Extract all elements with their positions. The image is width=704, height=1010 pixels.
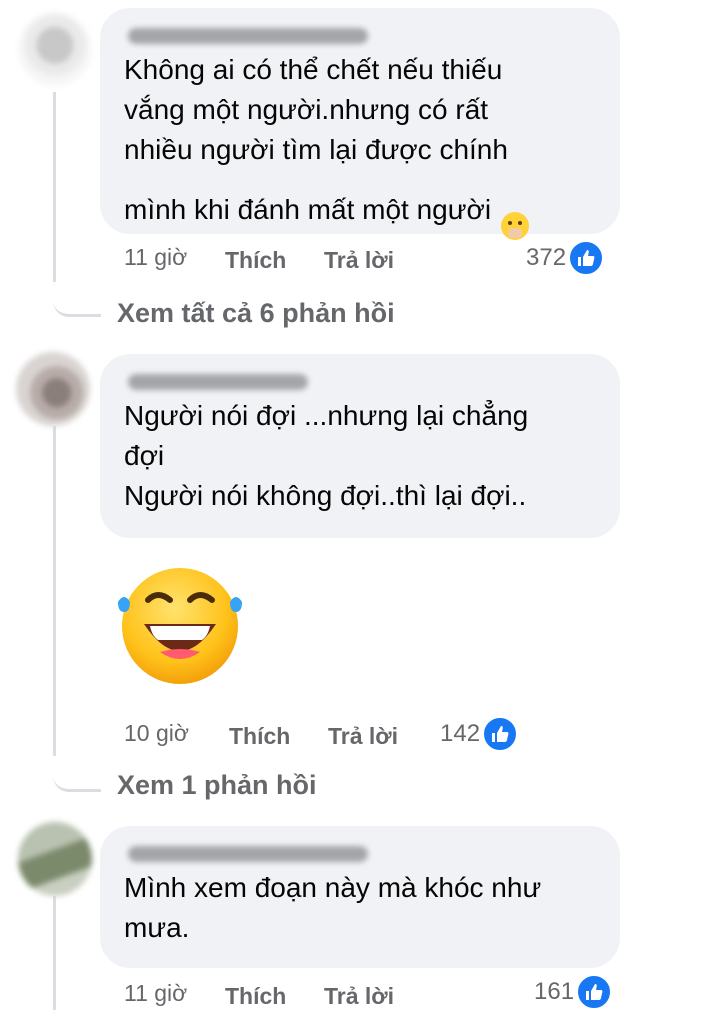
- laughing-tears-sticker: [110, 566, 250, 691]
- reaction-count: 372: [526, 244, 567, 271]
- reply-button[interactable]: Trả lời: [324, 983, 394, 1010]
- like-thumb-icon: [576, 974, 613, 1010]
- comment-bubble: Người nói đợi ...nhưng lại chẳng đợi Ngư…: [100, 354, 620, 538]
- thread-line: [53, 896, 56, 1010]
- comment-bubble: Không ai có thể chết nếu thiếu vắng một …: [100, 8, 620, 240]
- like-thumb-icon: [568, 240, 605, 276]
- reaction-count: 142: [440, 720, 481, 747]
- like-button[interactable]: Thích: [229, 723, 290, 750]
- reaction-summary[interactable]: 142: [440, 716, 519, 752]
- comment-text: Người nói đợi ...nhưng lại chẳng đợi Ngư…: [124, 400, 529, 511]
- view-replies-link[interactable]: Xem 1 phản hồi: [117, 770, 317, 801]
- like-thumb-icon: [482, 716, 519, 752]
- reaction-count: 161: [534, 978, 575, 1005]
- like-button[interactable]: Thích: [225, 247, 286, 274]
- thread-connector: [53, 270, 101, 317]
- like-button[interactable]: Thích: [225, 983, 286, 1010]
- comment-time[interactable]: 10 giờ: [124, 720, 189, 747]
- comment-bubble: Mình xem đoạn này mà khóc như mưa.: [100, 826, 620, 968]
- view-replies-link[interactable]: Xem tất cả 6 phản hồi: [117, 298, 395, 329]
- thread-connector: [53, 745, 101, 792]
- commenter-name[interactable]: [128, 846, 368, 862]
- comment-time[interactable]: 11 giờ: [124, 244, 187, 271]
- avatar[interactable]: [18, 822, 92, 896]
- reaction-summary[interactable]: 161: [534, 974, 613, 1010]
- reply-button[interactable]: Trả lời: [328, 723, 398, 750]
- avatar[interactable]: [16, 352, 90, 426]
- comment-time[interactable]: 11 giờ: [124, 980, 187, 1007]
- avatar[interactable]: [18, 12, 92, 86]
- reaction-summary[interactable]: 372: [526, 240, 605, 276]
- thread-line: [53, 426, 56, 756]
- comment-text: Mình xem đoạn này mà khóc như mưa.: [124, 872, 542, 943]
- reply-button[interactable]: Trả lời: [324, 247, 394, 274]
- comment-text: Không ai có thể chết nếu thiếu vắng một …: [124, 50, 596, 253]
- commenter-name[interactable]: [128, 28, 368, 44]
- commenter-name[interactable]: [128, 374, 308, 390]
- thread-line: [53, 92, 56, 282]
